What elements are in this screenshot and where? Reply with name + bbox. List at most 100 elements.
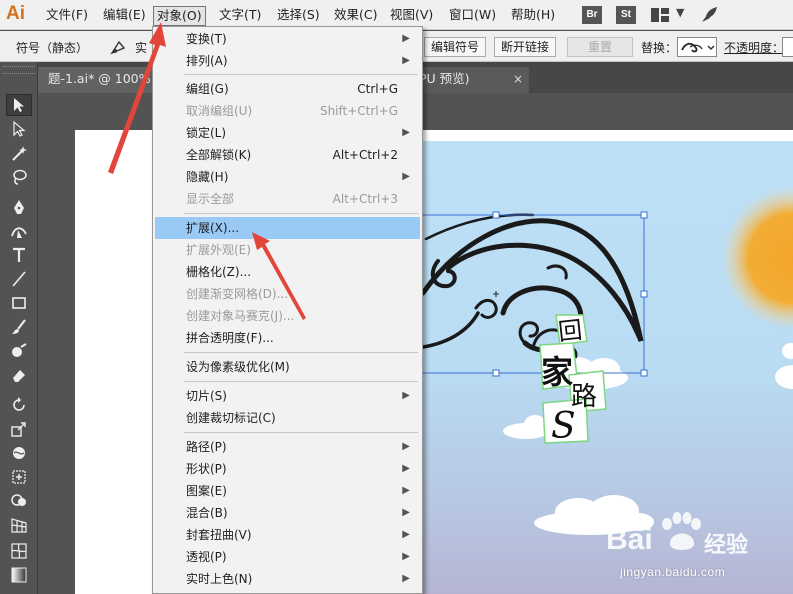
shaper-tool[interactable]	[6, 340, 32, 362]
cloud-right	[775, 343, 793, 389]
rotate-tool[interactable]	[6, 394, 32, 416]
free-transform-tool[interactable]	[6, 466, 32, 488]
menu-item-flatten-transparency[interactable]: 拼合透明度(F)...	[155, 327, 420, 349]
close-icon[interactable]: ×	[513, 67, 523, 91]
menu-window[interactable]: 窗口(W)	[446, 6, 499, 26]
line-tool[interactable]	[6, 268, 32, 290]
menu-item-shortcut: Ctrl+G	[357, 82, 398, 96]
menu-item-label: 混合(B)	[186, 506, 228, 520]
menu-item-label: 锁定(L)	[186, 126, 227, 140]
replace-symbol-dropdown[interactable]	[677, 37, 717, 57]
stock-button[interactable]: St	[616, 6, 636, 24]
menu-select[interactable]: 选择(S)	[274, 6, 323, 26]
menu-item-hide[interactable]: 隐藏(H) ▶	[155, 166, 420, 188]
opacity-input[interactable]	[782, 37, 793, 57]
edit-symbol-button[interactable]: 编辑符号	[424, 37, 487, 57]
gradient-tool[interactable]	[6, 564, 32, 586]
submenu-arrow-icon: ▶	[402, 441, 410, 452]
chevron-down-icon[interactable]: ▼	[676, 6, 684, 19]
cloud-small	[503, 415, 549, 439]
menu-item-label: 全部解锁(K)	[186, 148, 252, 162]
shape-builder-tool[interactable]	[6, 490, 32, 512]
curvature-tool[interactable]	[6, 220, 32, 242]
break-link-button[interactable]: 断开链接	[494, 37, 557, 57]
paintbrush-tool[interactable]	[6, 316, 32, 338]
reset-button[interactable]: 重置	[567, 37, 633, 57]
menu-item-create-object-mosaic[interactable]: 创建对象马赛克(J)...	[155, 305, 420, 327]
menu-item-create-gradient-mesh[interactable]: 创建渐变网格(D)...	[155, 283, 420, 305]
menu-item-label: 创建渐变网格(D)...	[186, 287, 289, 301]
menu-item-pixel-perfect[interactable]: 设为像素级优化(M)	[155, 356, 420, 378]
menu-item-expand-appearance[interactable]: 扩展外观(E)	[155, 239, 420, 261]
symbol-type-label: 符号（静态）	[16, 41, 89, 55]
line-segment-icon	[12, 271, 26, 287]
tab-document-2-label: PU 预览)	[419, 71, 470, 86]
menu-file[interactable]: 文件(F)	[43, 6, 91, 26]
type-tool[interactable]	[6, 244, 32, 266]
menu-item-rasterize[interactable]: 栅格化(Z)...	[155, 261, 420, 283]
tab-document-2[interactable]: PU 预览) ×	[409, 67, 529, 93]
menu-item-transform[interactable]: 变换(T) ▶	[155, 28, 420, 50]
menu-item-live-paint[interactable]: 实时上色(N) ▶	[155, 568, 420, 590]
rocket-icon[interactable]	[700, 6, 718, 24]
mesh-tool[interactable]	[6, 540, 32, 562]
eraser-icon	[13, 370, 25, 382]
menu-item-path[interactable]: 路径(P) ▶	[155, 436, 420, 458]
menu-effect[interactable]: 效果(C)	[331, 6, 380, 26]
direct-selection-tool[interactable]	[6, 118, 32, 140]
direct-selection-icon	[13, 120, 26, 137]
menu-separator	[184, 74, 418, 75]
submenu-arrow-icon: ▶	[402, 529, 410, 540]
submenu-arrow-icon: ▶	[402, 33, 410, 44]
scale-tool[interactable]	[6, 418, 32, 440]
rectangle-tool[interactable]	[6, 292, 32, 314]
menu-item-blend[interactable]: 混合(B) ▶	[155, 502, 420, 524]
magic-wand-tool[interactable]	[6, 142, 32, 164]
pen-tool[interactable]	[6, 196, 32, 218]
menu-item-unlock-all[interactable]: 全部解锁(K) Alt+Ctrl+2	[155, 144, 420, 166]
menu-item-label: 栅格化(Z)...	[186, 265, 252, 279]
replace-label: 替换：	[641, 41, 678, 55]
submenu-arrow-icon: ▶	[402, 573, 410, 584]
menu-item-create-trim-marks[interactable]: 创建裁切标记(C)	[155, 407, 420, 429]
menu-item-label: 设为像素级优化(M)	[186, 360, 290, 374]
warp-tool[interactable]	[6, 442, 32, 464]
menu-item-label: 隐藏(H)	[186, 170, 229, 184]
menu-item-perspective[interactable]: 透视(P) ▶	[155, 546, 420, 568]
menu-item-shortcut: Alt+Ctrl+2	[332, 148, 398, 162]
menu-item-label: 扩展(X)...	[186, 221, 240, 235]
selection-arrow-icon	[14, 98, 24, 112]
workspace-icon[interactable]	[651, 8, 669, 22]
menu-view[interactable]: 视图(V)	[387, 6, 436, 26]
menu-help[interactable]: 帮助(H)	[508, 6, 558, 26]
bridge-button[interactable]: Br	[582, 6, 602, 24]
instance-label: 实	[135, 41, 148, 55]
menu-item-arrange[interactable]: 排列(A) ▶	[155, 50, 420, 72]
submenu-arrow-icon: ▶	[402, 171, 410, 182]
perspective-grid-tool[interactable]	[6, 514, 32, 536]
menu-item-group[interactable]: 编组(G) Ctrl+G	[155, 78, 420, 100]
lasso-icon	[13, 169, 27, 185]
menu-item-label: 拼合透明度(F)...	[186, 331, 274, 345]
menu-item-lock[interactable]: 锁定(L) ▶	[155, 122, 420, 144]
menu-item-slice[interactable]: 切片(S) ▶	[155, 385, 420, 407]
menu-item-shape[interactable]: 形状(P) ▶	[155, 458, 420, 480]
menu-item-label: 形状(P)	[186, 462, 227, 476]
eraser-tool[interactable]	[6, 364, 32, 386]
menu-item-label: 实时上色(N)	[186, 572, 253, 586]
menu-item-envelope-distort[interactable]: 封套扭曲(V) ▶	[155, 524, 420, 546]
object-menu-dropdown: 变换(T) ▶ 排列(A) ▶ 编组(G) Ctrl+G 取消编组(U) Shift+C…	[152, 26, 423, 594]
opacity-label: 不透明度：	[724, 41, 785, 55]
menu-item-pattern[interactable]: 图案(E) ▶	[155, 480, 420, 502]
warp-icon	[13, 447, 25, 459]
menu-type[interactable]: 文字(T)	[216, 6, 264, 26]
lasso-tool[interactable]	[6, 166, 32, 188]
panel-grip[interactable]	[3, 66, 35, 74]
menu-edit[interactable]: 编辑(E)	[100, 6, 149, 26]
menu-item-ungroup[interactable]: 取消编组(U) Shift+Ctrl+G	[155, 100, 420, 122]
selection-tool[interactable]	[6, 94, 32, 116]
menu-item-expand[interactable]: 扩展(X)...	[155, 217, 420, 239]
menu-object[interactable]: 对象(O)	[153, 6, 206, 26]
character-hui: 回	[557, 316, 584, 346]
menu-item-show-all[interactable]: 显示全部 Alt+Ctrl+3	[155, 188, 420, 210]
